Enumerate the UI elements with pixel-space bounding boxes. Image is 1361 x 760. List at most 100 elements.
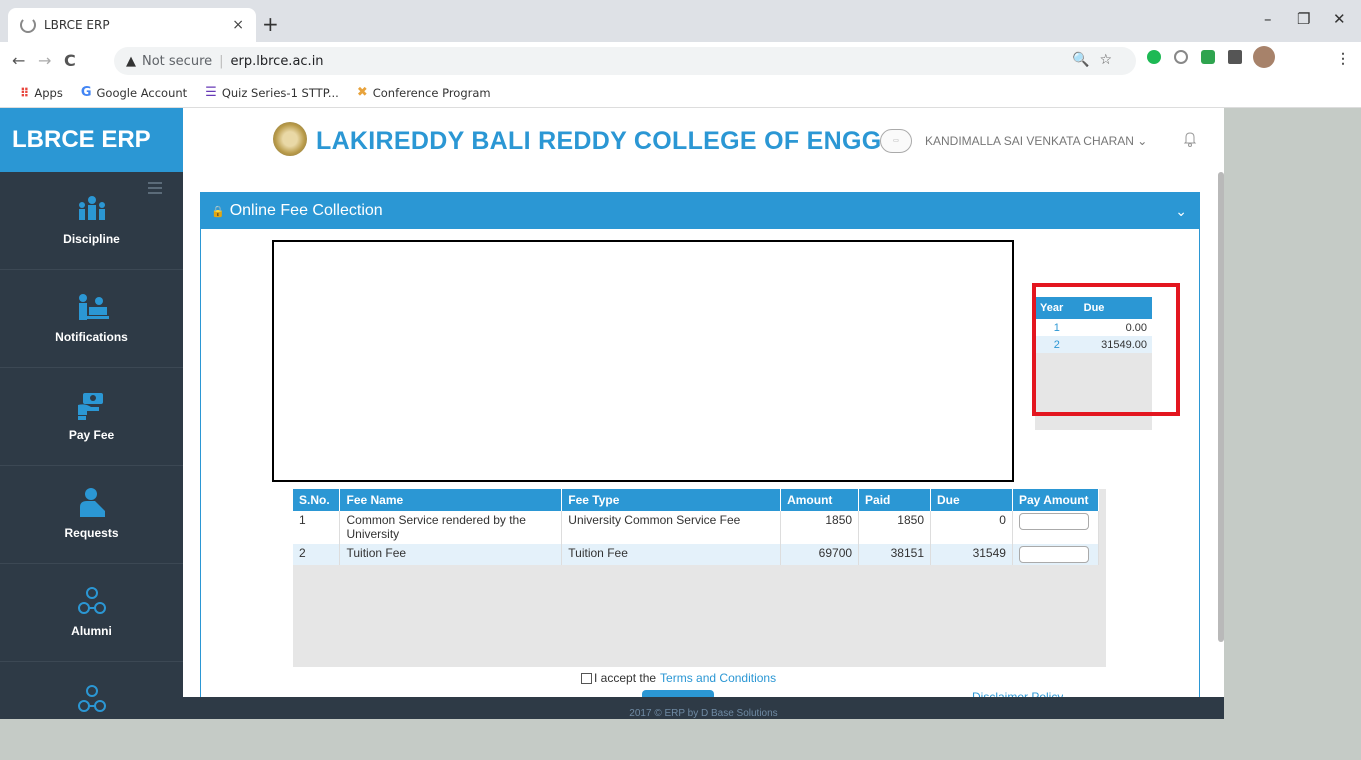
user-menu[interactable]: KANDIMALLA SAI VENKATA CHARAN ⌄	[925, 134, 1147, 148]
footer: 2017 © ERP by D Base Solutions	[183, 697, 1224, 719]
reload-button[interactable]: C	[64, 51, 76, 70]
fee-type-cell: University Common Service Fee	[561, 511, 782, 544]
bookmark-conference[interactable]: ✖ Conference Program	[357, 85, 491, 100]
sidebar-item-requests[interactable]: Requests	[0, 466, 183, 564]
browser-tab[interactable]: LBRCE ERP ×	[8, 8, 256, 42]
highlight-box	[1032, 283, 1180, 416]
bookmark-quiz-series[interactable]: ☰ Quiz Series-1 STTP...	[205, 85, 339, 100]
sidebar-item-label: Pay Fee	[68, 428, 115, 442]
redacted-area	[272, 240, 1014, 482]
paid-cell: 38151	[858, 544, 931, 565]
sno-cell: 2	[293, 544, 341, 565]
pay-fee-icon	[72, 388, 112, 422]
apps-grid-icon: ⠿	[20, 85, 30, 100]
zoom-and-star-icons[interactable]: 🔍☆	[1072, 52, 1122, 68]
app-header: LAKIREDDY BALI REDDY COLLEGE OF ENGG ▭ K…	[183, 108, 1224, 172]
menu-dots-icon[interactable]: ⋮	[1336, 50, 1350, 66]
puzzle-extensions-icon[interactable]	[1228, 50, 1242, 64]
paid-cell: 1850	[858, 511, 931, 544]
fee-name-cell: Common Service rendered by the Universit…	[339, 511, 563, 544]
bookmark-label: Apps	[34, 85, 63, 100]
college-logo	[273, 122, 307, 156]
table-row: 1 Common Service rendered by the Univers…	[293, 511, 1100, 544]
grammarly-extension-icon[interactable]	[1147, 50, 1161, 64]
table-row: 2 Tuition Fee Tuition Fee 69700 38151 31…	[293, 544, 1100, 565]
tab-title: LBRCE ERP	[44, 18, 110, 32]
bookmark-label: Google Account	[96, 85, 188, 100]
alumni-icon	[72, 584, 112, 618]
panel-title: Online Fee Collection	[229, 202, 383, 219]
sidebar-item-label: Alumni	[71, 624, 112, 638]
terms-row: I accept the Terms and Conditions	[581, 671, 776, 685]
column-header: Fee Name	[339, 489, 563, 511]
amount-cell: 69700	[780, 544, 860, 565]
profile-avatar[interactable]	[1253, 46, 1275, 68]
column-header: Fee Type	[561, 489, 782, 511]
sidebar-item-label: Requests	[64, 526, 119, 540]
brand-logo[interactable]: LBRCE ERP	[0, 108, 183, 172]
shield-extension-icon[interactable]	[1201, 50, 1215, 64]
warning-icon: ▲	[126, 53, 136, 69]
pay-amount-cell	[1012, 544, 1100, 565]
column-header: Amount	[780, 489, 860, 511]
sidebar-item-notifications[interactable]: Notifications	[0, 270, 183, 368]
sidebar-item-label: Notifications	[55, 330, 128, 344]
terms-label: I accept the	[594, 671, 657, 685]
column-header: Pay Amount	[1012, 489, 1100, 511]
restore-button[interactable]: ❐	[1297, 10, 1310, 28]
sidebar: LBRCE ERP Discipline Notifications Pay F…	[0, 108, 183, 719]
lock-icon: 🔒	[211, 205, 225, 218]
conference-icon: ✖	[356, 85, 368, 100]
extension-circle-icon[interactable]	[1174, 50, 1188, 64]
url-field[interactable]: ▲ Not secure | erp.lbrce.ac.in 🔍☆	[114, 47, 1136, 75]
bookmarks-bar: ⠿ Apps G Google Account ☰ Quiz Series-1 …	[0, 78, 1361, 108]
scrollbar[interactable]	[1218, 172, 1224, 642]
bookmark-google-account[interactable]: G Google Account	[81, 85, 187, 100]
pay-amount-input[interactable]	[1018, 513, 1089, 530]
bookmark-apps[interactable]: ⠿ Apps	[20, 86, 63, 100]
sno-cell: 1	[293, 511, 341, 544]
chevron-down-icon[interactable]: ⌄	[1175, 203, 1187, 220]
new-tab-button[interactable]: +	[262, 12, 279, 36]
pay-amount-input[interactable]	[1018, 546, 1089, 563]
sidebar-item-alumni-2[interactable]	[0, 662, 183, 760]
discipline-icon	[72, 192, 112, 226]
column-header: Due	[930, 489, 1013, 511]
sidebar-item-label: Discipline	[63, 232, 120, 246]
fee-table: S.No. Fee Name Fee Type Amount Paid Due …	[293, 489, 1106, 667]
bookmark-label: Conference Program	[372, 85, 491, 100]
due-cell: 31549	[930, 544, 1013, 565]
due-cell: 0	[930, 511, 1013, 544]
minimize-button[interactable]: –	[1264, 10, 1272, 28]
panel-header[interactable]: 🔒 Online Fee Collection ⌄	[201, 193, 1199, 229]
url-text: erp.lbrce.ac.in	[230, 53, 324, 69]
tab-close-button[interactable]: ×	[232, 17, 244, 33]
fee-name-cell: Tuition Fee	[339, 544, 563, 565]
terms-checkbox[interactable]	[581, 672, 592, 684]
separator: |	[219, 53, 224, 69]
sidebar-item-pay-fee[interactable]: Pay Fee	[0, 368, 183, 466]
forward-button[interactable]: →	[38, 51, 51, 70]
user-avatar[interactable]: ▭	[880, 129, 912, 153]
google-icon: G	[80, 85, 92, 100]
column-header: S.No.	[293, 489, 341, 511]
sidebar-item-discipline[interactable]: Discipline	[0, 172, 183, 270]
sidebar-item-alumni[interactable]: Alumni	[0, 564, 183, 662]
security-label: Not secure	[142, 53, 213, 69]
terms-link[interactable]: Terms and Conditions	[660, 671, 776, 685]
browser-tab-bar: LBRCE ERP × + – ❐ ✕	[0, 0, 1361, 42]
amount-cell: 1850	[780, 511, 860, 544]
notifications-icon	[72, 290, 112, 324]
loading-icon	[20, 17, 36, 33]
forms-icon: ☰	[205, 85, 217, 100]
back-button[interactable]: ←	[12, 51, 25, 70]
bell-icon[interactable]	[1183, 131, 1197, 147]
pay-amount-cell	[1012, 511, 1100, 544]
close-window-button[interactable]: ✕	[1333, 10, 1346, 28]
bookmark-label: Quiz Series-1 STTP...	[221, 85, 339, 100]
column-header: Paid	[858, 489, 931, 511]
alumni-icon	[72, 682, 112, 716]
fee-type-cell: Tuition Fee	[561, 544, 782, 565]
college-title: LAKIREDDY BALI REDDY COLLEGE OF ENGG	[316, 127, 882, 155]
requests-icon	[72, 486, 112, 520]
